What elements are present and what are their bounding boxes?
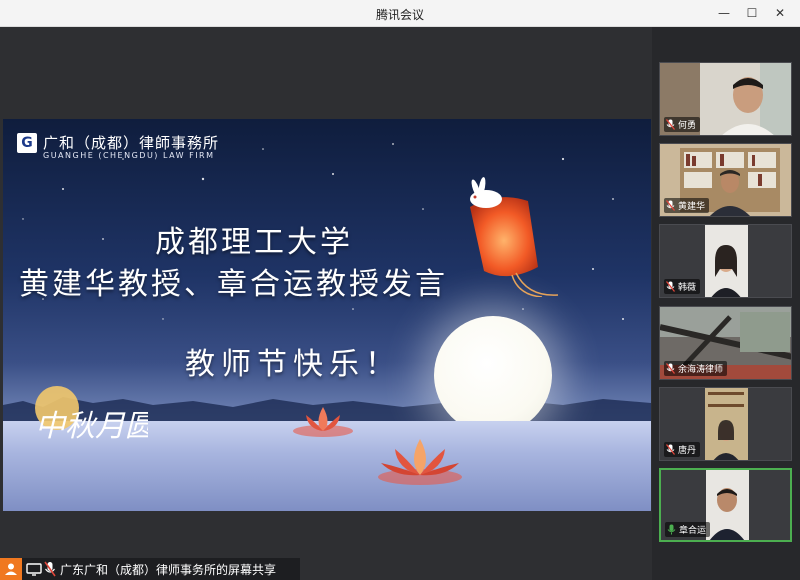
- mic-muted-icon[interactable]: [44, 561, 56, 577]
- participant-tile[interactable]: 余海涛律师: [659, 306, 792, 380]
- minimize-button[interactable]: —: [714, 3, 734, 23]
- window-titlebar: 腾讯会议 — ☐ ✕: [0, 0, 800, 27]
- mic-muted-icon: [666, 363, 675, 374]
- festival-mark-text: 中秋月圆: [35, 409, 148, 444]
- firm-name-cn: 广和（成都）律師事務所: [43, 134, 220, 152]
- mic-muted-icon: [666, 281, 675, 292]
- lotus-lantern-icon: [293, 407, 353, 437]
- close-button[interactable]: ✕: [770, 3, 790, 23]
- participant-tile-speaking[interactable]: 章合运: [659, 468, 792, 542]
- firm-logo-icon: G: [17, 133, 37, 153]
- slide-headline-university: 成都理工大学: [155, 225, 353, 260]
- participant-tile[interactable]: 唐丹: [659, 387, 792, 461]
- mic-active-icon: [667, 524, 676, 535]
- firm-name-en: GUANGHE (CHENGDU) LAW FIRM: [43, 151, 215, 160]
- participant-name: 黄建华: [678, 202, 706, 212]
- participant-tile[interactable]: 黄建华: [659, 143, 792, 217]
- screen-share-bar[interactable]: 广东广和（成都）律师事务所的屏幕共享: [0, 558, 300, 580]
- participant-video-sidebar[interactable]: 何勇 黄建华 韩薇 余海涛律师 唐丹 章合运: [652, 27, 800, 580]
- participant-name: 韩薇: [678, 283, 697, 293]
- participant-label: 韩薇: [664, 279, 701, 294]
- participant-name: 章合运: [679, 526, 707, 536]
- mic-muted-icon: [666, 444, 675, 455]
- lotus-lantern-icon: [378, 439, 462, 485]
- participant-label: 余海涛律师: [664, 361, 728, 376]
- shared-slide: G 广和（成都）律師事務所 GUANGHE (CHENGDU) LAW FIRM…: [3, 119, 651, 511]
- participant-tile[interactable]: 何勇: [659, 62, 792, 136]
- slide-headline-speakers: 黄建华教授、章合运教授发言: [19, 267, 448, 302]
- slide-headline-greeting: 教师节快乐！: [185, 347, 401, 382]
- participant-name: 余海涛律师: [678, 365, 724, 375]
- participant-label: 何勇: [664, 117, 701, 132]
- mic-muted-icon: [666, 119, 675, 130]
- sky-lantern-icon: [470, 177, 559, 297]
- full-moon-decoration: [434, 316, 552, 434]
- participant-name: 唐丹: [678, 446, 697, 456]
- shared-screen-area[interactable]: G 广和（成都）律師事務所 GUANGHE (CHENGDU) LAW FIRM…: [0, 27, 652, 580]
- participant-label: 章合运: [665, 522, 711, 537]
- mic-muted-icon: [666, 200, 675, 211]
- screen-share-label: 广东广和（成都）律师事务所的屏幕共享: [60, 562, 277, 577]
- mid-autumn-calligraphy-mark: 中秋月圆: [35, 386, 148, 444]
- person-icon: [0, 558, 22, 580]
- participant-label: 唐丹: [664, 442, 701, 457]
- participant-label: 黄建华: [664, 198, 710, 213]
- maximize-button[interactable]: ☐: [742, 3, 762, 23]
- participant-tile[interactable]: 韩薇: [659, 224, 792, 298]
- screen-share-icon: [26, 563, 42, 576]
- participant-name: 何勇: [678, 121, 697, 131]
- window-title: 腾讯会议: [375, 8, 424, 22]
